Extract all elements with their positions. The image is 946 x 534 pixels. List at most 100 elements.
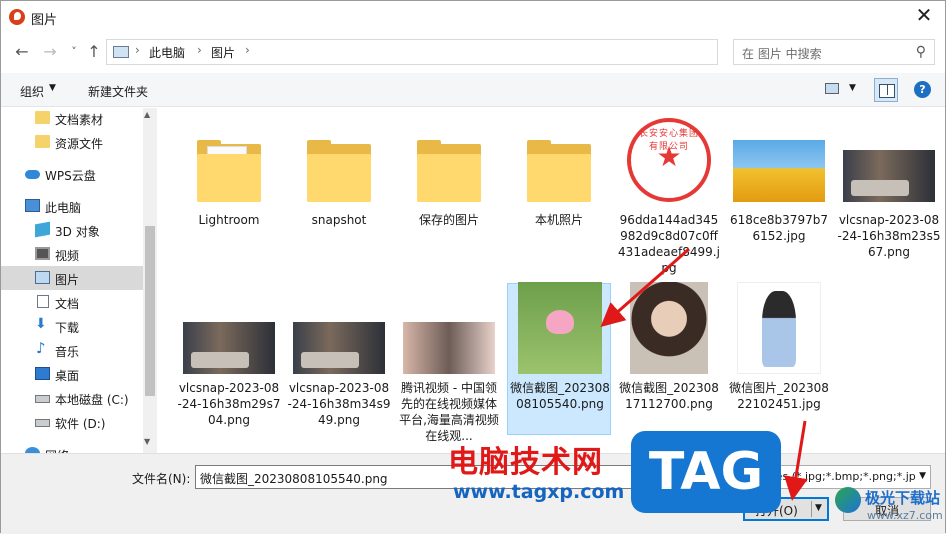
organize-button[interactable]: 组织	[20, 83, 44, 100]
sidebar-item-this-pc[interactable]: 此电脑	[1, 194, 143, 218]
preview-pane-icon[interactable]	[874, 78, 898, 102]
new-folder-button[interactable]: 新建文件夹	[88, 83, 148, 100]
computer-icon	[25, 199, 40, 212]
sidebar-item-label: 文档	[55, 297, 80, 311]
sidebar-item-label: WPS云盘	[45, 169, 96, 183]
file-item[interactable]: 长安安心集团有限公司 ★ 96dda144ad345982d9c8d07c0ff…	[617, 112, 721, 282]
video-snapshot-image	[843, 150, 935, 202]
sidebar-item-network[interactable]: 网络	[1, 442, 143, 453]
video-icon	[35, 247, 50, 260]
file-item[interactable]: vlcsnap-2023-08-24-16h38m23s567.png	[837, 112, 941, 272]
file-thumbnail	[518, 282, 602, 374]
file-thumbnail	[187, 118, 271, 202]
breadcrumb-separator: ›	[135, 43, 140, 57]
scroll-up-icon[interactable]: ▲	[144, 110, 150, 119]
cloud-icon	[25, 170, 40, 179]
drive-icon	[35, 395, 50, 403]
sidebar-item-3d-objects[interactable]: 3D 对象	[1, 218, 143, 242]
file-item-selected[interactable]: 微信截图_20230808105540.png	[507, 282, 611, 435]
up-arrow-icon[interactable]: ↑	[83, 41, 105, 63]
file-name: 腾讯视频 - 中国领先的在线视频媒体平台,海量高清视频 在线观...	[399, 381, 499, 443]
sidebar-item-doc-materials[interactable]: 文档素材	[1, 108, 143, 130]
title-bar: 图片 ✕	[1, 1, 945, 33]
chevron-down-icon[interactable]: ▼	[49, 83, 56, 93]
sidebar-item-resource-files[interactable]: 资源文件	[1, 130, 143, 154]
sidebar-item-pictures[interactable]: 图片	[1, 266, 143, 290]
folder-icon	[307, 140, 371, 202]
download-icon: ⬇	[35, 316, 47, 332]
sidebar-item-drive-c[interactable]: 本地磁盘 (C:)	[1, 386, 143, 410]
file-item[interactable]: vlcsnap-2023-08-24-16h38m34s949.png	[287, 284, 391, 444]
sidebar-item-label: 桌面	[55, 369, 80, 383]
sidebar-scrollbar-thumb[interactable]	[145, 226, 155, 396]
close-button[interactable]: ✕	[909, 3, 939, 29]
lotus-image	[518, 282, 602, 374]
search-icon[interactable]: ⚲	[916, 44, 926, 60]
chevron-down-icon[interactable]: ▼	[849, 83, 856, 93]
sidebar-item-videos[interactable]: 视频	[1, 242, 143, 266]
scroll-down-icon[interactable]: ▼	[144, 437, 150, 446]
sidebar-item-label: 图片	[55, 273, 80, 287]
window-title: 图片	[31, 13, 58, 28]
search-box[interactable]: 在 图片 中搜索 ⚲	[733, 39, 935, 65]
sidebar-item-label: 文档素材	[55, 113, 104, 127]
view-options-icon[interactable]	[825, 83, 839, 94]
search-input[interactable]: 在 图片 中搜索	[742, 45, 822, 62]
file-name: 618ce8b3797b76152.jpg	[730, 213, 828, 243]
sidebar-item-downloads[interactable]: ⬇ 下载	[1, 314, 143, 338]
file-item[interactable]: snapshot	[287, 112, 391, 242]
chevron-down-icon[interactable]: ▼	[815, 503, 822, 513]
breadcrumb-pictures[interactable]: 图片	[211, 44, 235, 61]
watermark-tag-logo: TAG	[631, 431, 781, 513]
watermark-brand: 电脑技术网	[448, 445, 603, 480]
breadcrumb-separator: ›	[197, 43, 202, 57]
sidebar-item-label: 音乐	[55, 345, 80, 359]
file-item[interactable]: 保存的图片	[397, 112, 501, 242]
sidebar-item-label: 3D 对象	[55, 225, 100, 239]
address-bar[interactable]: › 此电脑 › 图片 › ˅ ↻	[106, 39, 809, 65]
sidebar-item-drive-d[interactable]: 软件 (D:)	[1, 410, 143, 434]
folder-icon	[527, 140, 591, 202]
file-item[interactable]: 腾讯视频 - 中国领先的在线视频媒体平台,海量高清视频 在线观...	[397, 284, 501, 452]
command-toolbar: 组织 ▼ 新建文件夹 ▼ ?	[1, 73, 945, 107]
file-item[interactable]: 微信截图_20230817112700.png	[617, 282, 721, 436]
breadcrumb-separator: ›	[245, 43, 250, 57]
sidebar-item-wps-cloud[interactable]: WPS云盘	[1, 162, 143, 186]
forward-arrow-icon[interactable]: →	[39, 41, 61, 63]
file-thumbnail	[183, 290, 275, 374]
drive-icon	[35, 419, 50, 427]
file-item[interactable]: 本机照片	[507, 112, 611, 242]
file-item[interactable]: vlcsnap-2023-08-24-16h38m29s704.png	[177, 284, 281, 444]
file-item[interactable]: 微信图片_20230822102451.jpg	[727, 282, 831, 436]
file-name: snapshot	[311, 213, 367, 227]
sidebar-item-label: 软件 (D:)	[55, 417, 106, 431]
file-thumbnail	[407, 118, 491, 202]
folder-icon	[35, 135, 50, 148]
folder-icon	[417, 140, 481, 202]
sidebar-item-music[interactable]: ♪ 音乐	[1, 338, 143, 362]
file-thumbnail: 长安安心集团有限公司 ★	[627, 118, 711, 202]
help-icon[interactable]: ?	[914, 81, 931, 98]
3d-objects-icon	[35, 221, 50, 238]
file-name: vlcsnap-2023-08-24-16h38m23s567.png	[837, 213, 941, 259]
pictures-icon	[35, 271, 50, 284]
file-name: 本机照片	[534, 213, 583, 227]
file-item[interactable]: Lightroom	[177, 112, 281, 242]
file-name: 96dda144ad345982d9c8d07c0ff431adeaef8499…	[618, 213, 720, 275]
watermark-site-name: 极光下载站	[865, 489, 941, 507]
sidebar-item-label: 本地磁盘 (C:)	[55, 393, 129, 407]
app-icon	[9, 9, 25, 25]
back-arrow-icon[interactable]: ←	[11, 41, 33, 63]
document-icon	[37, 295, 49, 308]
file-item[interactable]: 618ce8b3797b76152.jpg	[727, 112, 831, 252]
file-name: 微信截图_20230817112700.png	[619, 381, 719, 411]
sidebar-item-desktop[interactable]: 桌面	[1, 362, 143, 386]
breadcrumb-this-pc[interactable]: 此电脑	[149, 44, 185, 61]
filename-label: 文件名(N):	[132, 472, 191, 486]
chevron-down-icon[interactable]: ▼	[919, 471, 926, 481]
sidebar-item-documents[interactable]: 文档	[1, 290, 143, 314]
desktop-icon	[35, 367, 50, 380]
file-name: Lightroom	[198, 213, 260, 227]
recent-locations-icon[interactable]: ˅	[63, 41, 85, 63]
file-thumbnail	[293, 290, 385, 374]
